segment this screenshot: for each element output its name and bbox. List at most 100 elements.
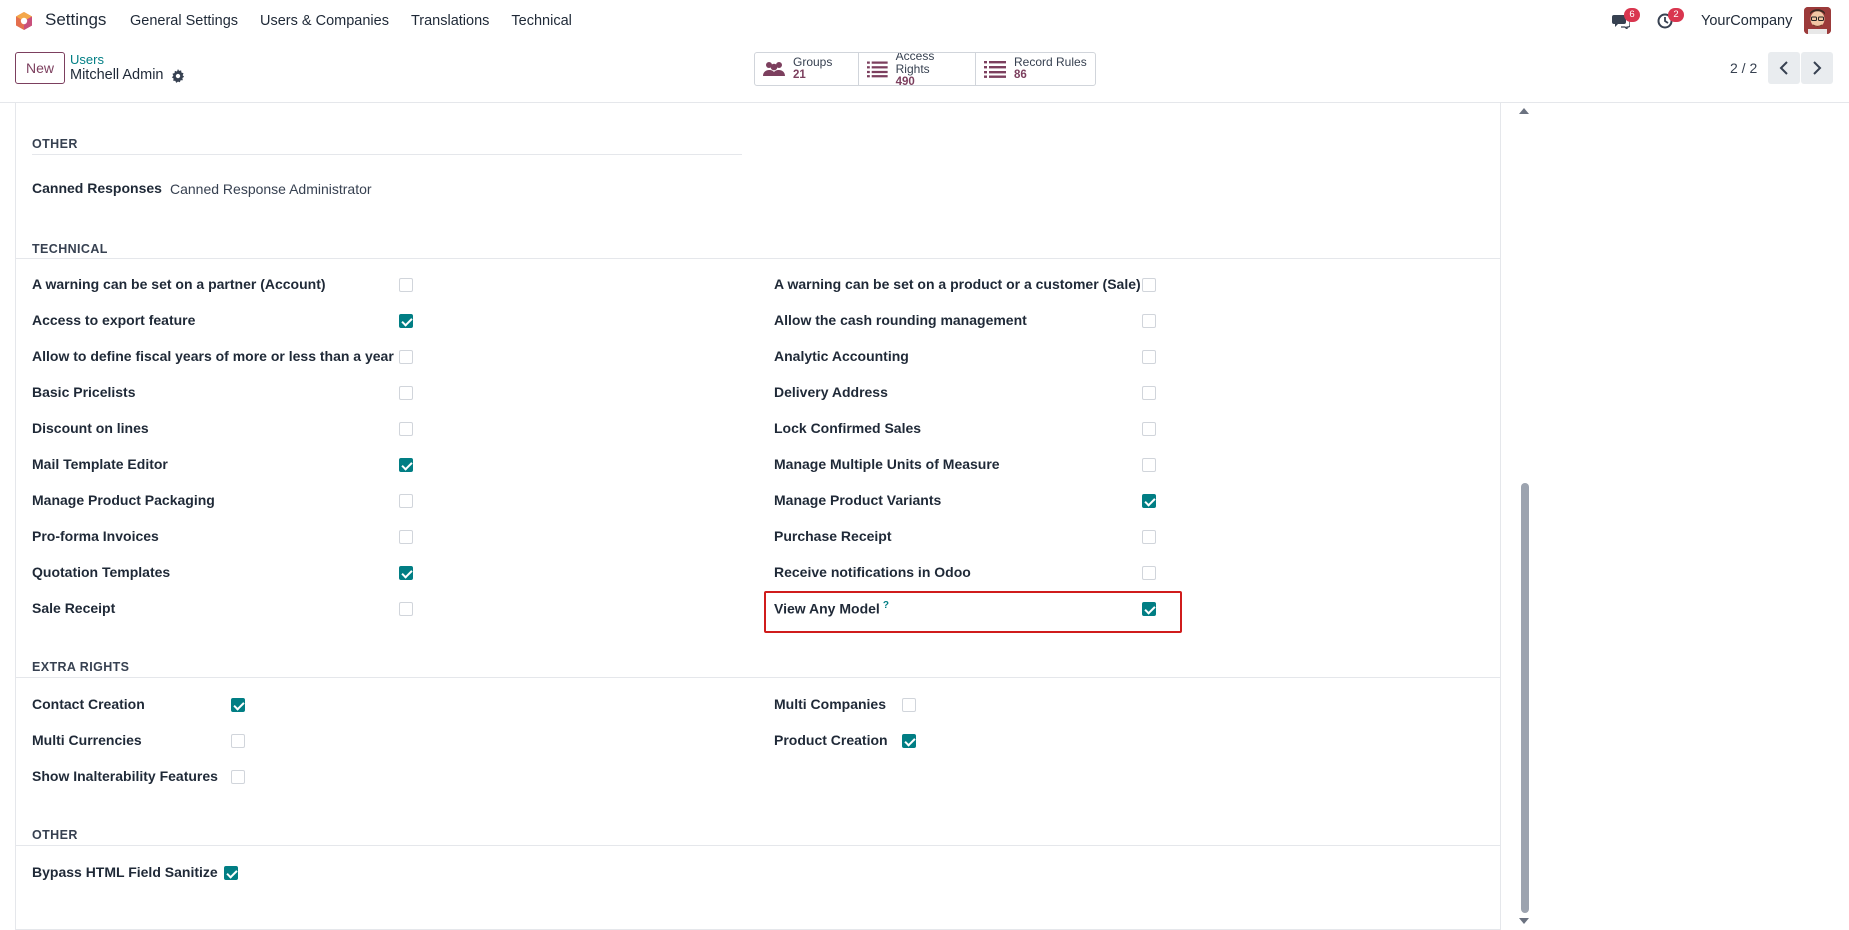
- breadcrumb-current-record: Mitchell Admin: [70, 67, 164, 83]
- setting-label: Lock Confirmed Sales: [774, 420, 922, 436]
- setting-checkbox[interactable]: [902, 734, 916, 748]
- section-title-extra-rights: EXTRA RIGHTS: [32, 660, 130, 674]
- app-title[interactable]: Settings: [45, 10, 106, 30]
- setting-checkbox[interactable]: [1142, 278, 1156, 292]
- setting-checkbox[interactable]: [399, 602, 413, 616]
- new-button[interactable]: New: [15, 52, 65, 84]
- setting-checkbox[interactable]: [231, 770, 245, 784]
- setting-label: Product Creation: [774, 732, 888, 748]
- setting-label: Analytic Accounting: [774, 348, 909, 364]
- setting-label: Contact Creation: [32, 696, 145, 712]
- section-divider: [16, 677, 1501, 678]
- section-title-other: OTHER: [32, 137, 78, 151]
- company-switcher[interactable]: YourCompany: [1701, 13, 1792, 29]
- canned-responses-field[interactable]: Canned Response Administrator: [170, 181, 372, 197]
- chevron-left-icon: [1779, 61, 1788, 75]
- setting-label: Discount on lines: [32, 420, 149, 436]
- gear-icon[interactable]: [171, 69, 185, 83]
- top-navbar: Settings General Settings Users & Compan…: [0, 0, 1849, 41]
- setting-label: Multi Companies: [774, 696, 887, 712]
- setting-checkbox[interactable]: [399, 350, 413, 364]
- setting-checkbox[interactable]: [1142, 314, 1156, 328]
- form-sheet: [15, 103, 1501, 930]
- breadcrumb-users-link[interactable]: Users: [70, 52, 104, 67]
- setting-label: Allow to define fiscal years of more or …: [32, 348, 394, 364]
- control-panel: New Users Mitchell Admin Groups 21 Acces…: [0, 41, 1849, 103]
- setting-label: A warning can be set on a partner (Accou…: [32, 276, 326, 292]
- setting-label: A warning can be set on a product or a c…: [774, 276, 1141, 292]
- setting-label: Pro-forma Invoices: [32, 528, 159, 544]
- canned-responses-label: Canned Responses: [32, 180, 162, 196]
- highlight-box: [764, 591, 1182, 633]
- record-rules-count: 86: [1014, 69, 1027, 81]
- odoo-logo-icon[interactable]: [14, 11, 34, 31]
- setting-checkbox[interactable]: [1142, 566, 1156, 580]
- groups-smart-button[interactable]: Groups 21: [755, 53, 859, 85]
- setting-checkbox[interactable]: [231, 734, 245, 748]
- activity-badge: 2: [1668, 8, 1684, 22]
- setting-checkbox[interactable]: [399, 386, 413, 400]
- access-rights-smart-button[interactable]: Access Rights 490: [859, 53, 976, 85]
- menu-technical[interactable]: Technical: [511, 13, 571, 29]
- menu-translations[interactable]: Translations: [411, 13, 489, 29]
- setting-checkbox[interactable]: [399, 494, 413, 508]
- smart-buttons: Groups 21 Access Rights 490 Record Rules…: [754, 52, 1096, 86]
- menu-users-companies[interactable]: Users & Companies: [260, 13, 389, 29]
- scroll-up-arrow-icon[interactable]: [1519, 108, 1529, 114]
- setting-label: Manage Product Variants: [774, 492, 942, 508]
- setting-label: Bypass HTML Field Sanitize: [32, 864, 218, 880]
- list-icon: [867, 61, 888, 78]
- pager-previous-button[interactable]: [1768, 52, 1800, 84]
- access-rights-count: 490: [895, 75, 915, 86]
- menu-general-settings[interactable]: General Settings: [130, 13, 238, 29]
- setting-checkbox[interactable]: [224, 866, 238, 880]
- setting-label: Receive notifications in Odoo: [774, 564, 971, 580]
- setting-label: Sale Receipt: [32, 600, 116, 616]
- section-divider: [16, 845, 1501, 846]
- section-divider: [32, 154, 742, 155]
- setting-checkbox[interactable]: [399, 458, 413, 472]
- groups-label: Groups: [793, 55, 833, 69]
- setting-label: Allow the cash rounding management: [774, 312, 1027, 328]
- setting-checkbox[interactable]: [399, 566, 413, 580]
- setting-checkbox[interactable]: [399, 314, 413, 328]
- main-menu: General Settings Users & Companies Trans…: [130, 13, 594, 29]
- setting-checkbox[interactable]: [1142, 422, 1156, 436]
- setting-label: Multi Currencies: [32, 732, 142, 748]
- setting-checkbox[interactable]: [1142, 530, 1156, 544]
- scrollbar-thumb[interactable]: [1521, 483, 1529, 913]
- users-group-icon: [763, 62, 785, 76]
- setting-checkbox[interactable]: [399, 422, 413, 436]
- setting-checkbox[interactable]: [902, 698, 916, 712]
- setting-label: Manage Product Packaging: [32, 492, 215, 508]
- chevron-right-icon: [1813, 61, 1822, 75]
- setting-checkbox[interactable]: [1142, 458, 1156, 472]
- record-rules-smart-button[interactable]: Record Rules 86: [976, 53, 1095, 85]
- setting-checkbox[interactable]: [399, 530, 413, 544]
- setting-label: Purchase Receipt: [774, 528, 892, 544]
- messages-badge: 6: [1624, 8, 1640, 22]
- setting-label: Manage Multiple Units of Measure: [774, 456, 1000, 472]
- access-rights-label: Access Rights: [895, 52, 935, 76]
- setting-label: Quotation Templates: [32, 564, 171, 580]
- setting-checkbox[interactable]: [231, 698, 245, 712]
- section-title-technical: TECHNICAL: [32, 242, 108, 256]
- setting-label: Delivery Address: [774, 384, 888, 400]
- section-title-other: OTHER: [32, 828, 78, 842]
- user-avatar[interactable]: [1804, 7, 1831, 34]
- setting-checkbox[interactable]: [1142, 386, 1156, 400]
- setting-checkbox[interactable]: [1142, 350, 1156, 364]
- pager-next-button[interactable]: [1801, 52, 1833, 84]
- scroll-down-arrow-icon[interactable]: [1519, 918, 1529, 924]
- setting-checkbox[interactable]: [1142, 494, 1156, 508]
- section-divider: [16, 258, 1501, 259]
- setting-label: Basic Pricelists: [32, 384, 136, 400]
- groups-count: 21: [793, 69, 806, 81]
- pager-value[interactable]: 2 / 2: [1730, 60, 1757, 76]
- setting-label: Access to export feature: [32, 312, 196, 328]
- setting-label: Mail Template Editor: [32, 456, 168, 472]
- setting-checkbox[interactable]: [399, 278, 413, 292]
- list-icon: [984, 61, 1006, 78]
- record-rules-label: Record Rules: [1014, 55, 1087, 69]
- setting-label: Show Inalterability Features: [32, 768, 218, 784]
